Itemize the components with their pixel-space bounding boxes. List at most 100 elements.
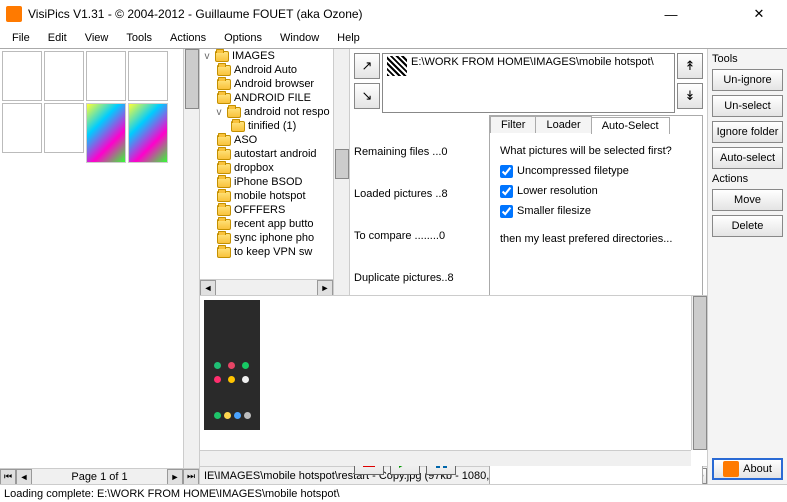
- menu-view[interactable]: View: [77, 30, 117, 46]
- drive-icon: [387, 56, 407, 76]
- app-icon: [6, 6, 22, 22]
- check-uncompressed[interactable]: Uncompressed filetype: [500, 161, 692, 181]
- thumbnail[interactable]: [86, 51, 126, 101]
- path-text: E:\WORK FROM HOME\IMAGES\mobile hotspot\: [411, 56, 670, 68]
- folder-icon: [217, 163, 231, 174]
- check-lower-res[interactable]: Lower resolution: [500, 181, 692, 201]
- folder-icon: [217, 93, 231, 104]
- preview-thumbnail[interactable]: [204, 300, 260, 430]
- tree-item: to keep VPN sw: [200, 245, 349, 259]
- title-bar: VisiPics V1.31 - © 2004-2012 - Guillaume…: [0, 0, 787, 28]
- page-first-button[interactable]: ⏮: [0, 469, 16, 485]
- actions-header: Actions: [712, 173, 783, 185]
- thumbnail-pane[interactable]: [0, 49, 199, 468]
- folder-icon: [217, 135, 231, 146]
- folder-icon: [217, 191, 231, 202]
- about-button[interactable]: About: [712, 458, 783, 480]
- folder-icon: [215, 51, 229, 62]
- folder-icon: [217, 247, 231, 258]
- folder-icon: [217, 219, 231, 230]
- thumbnail[interactable]: [86, 103, 126, 163]
- menu-help[interactable]: Help: [329, 30, 368, 46]
- thumbnail[interactable]: [44, 51, 84, 101]
- path-up-button[interactable]: ↟: [677, 53, 703, 79]
- tab-body: What pictures will be selected first? Un…: [490, 133, 702, 257]
- menu-options[interactable]: Options: [216, 30, 270, 46]
- folder-tree[interactable]: vIMAGES Android Auto Android browser AND…: [200, 49, 350, 295]
- remove-path-button[interactable]: ↘: [354, 83, 380, 109]
- folder-icon: [227, 107, 241, 118]
- folder-icon: [217, 205, 231, 216]
- add-path-button[interactable]: ↗: [354, 53, 380, 79]
- thumbnail[interactable]: [128, 103, 168, 163]
- right-sidebar: Tools Un-ignore Un-select Ignore folder …: [707, 49, 787, 484]
- autoselect-question: What pictures will be selected first?: [500, 141, 692, 161]
- tree-item: ANDROID FILE: [200, 91, 349, 105]
- unselect-button[interactable]: Un-select: [712, 95, 783, 117]
- tree-item: tinified (1): [200, 119, 349, 133]
- maximize-button[interactable]: [693, 0, 737, 28]
- tab-auto-select[interactable]: Auto-Select: [591, 117, 670, 134]
- autoselect-then: then my least prefered directories...: [500, 229, 692, 249]
- folder-icon: [217, 79, 231, 90]
- tree-item: ASO: [200, 133, 349, 147]
- status-bar: Loading complete: E:\WORK FROM HOME\IMAG…: [0, 484, 787, 502]
- thumbnail[interactable]: [44, 103, 84, 153]
- stat-compare: To compare ........0: [354, 229, 489, 243]
- folder-icon: [231, 121, 245, 132]
- thumbnail[interactable]: [128, 51, 168, 101]
- folder-icon: [217, 65, 231, 76]
- scrollbar-horizontal[interactable]: [200, 450, 691, 466]
- tree-item: Android browser: [200, 77, 349, 91]
- tab-filter[interactable]: Filter: [490, 116, 536, 133]
- tree-item: dropbox: [200, 161, 349, 175]
- minimize-button[interactable]: [649, 0, 693, 28]
- fox-icon: [723, 461, 739, 477]
- menu-bar: File Edit View Tools Actions Options Win…: [0, 28, 787, 48]
- thumbnail[interactable]: [2, 103, 42, 153]
- path-list[interactable]: E:\WORK FROM HOME\IMAGES\mobile hotspot\: [382, 53, 675, 113]
- scrollbar-vertical[interactable]: [333, 49, 349, 295]
- page-nav: ⏮ ◄ Page 1 of 1 ► ⏭: [0, 468, 199, 484]
- stat-remaining: Remaining files ...0: [354, 145, 489, 159]
- scrollbar-vertical[interactable]: [183, 49, 199, 468]
- tree-item: autostart android: [200, 147, 349, 161]
- tree-item: OFFFERS: [200, 203, 349, 217]
- path-down-button[interactable]: ↡: [677, 83, 703, 109]
- window-title: VisiPics V1.31 - © 2004-2012 - Guillaume…: [28, 7, 649, 21]
- menu-actions[interactable]: Actions: [162, 30, 214, 46]
- tree-item: vIMAGES: [200, 49, 349, 63]
- tools-header: Tools: [712, 53, 783, 65]
- folder-icon: [217, 149, 231, 160]
- tree-toggle-icon[interactable]: v: [202, 51, 212, 62]
- tab-loader[interactable]: Loader: [535, 116, 591, 133]
- tree-item: mobile hotspot: [200, 189, 349, 203]
- scrollbar-horizontal[interactable]: ◄►: [200, 279, 333, 295]
- thumbnail[interactable]: [2, 51, 42, 101]
- menu-window[interactable]: Window: [272, 30, 327, 46]
- ignore-folder-button[interactable]: Ignore folder: [712, 121, 783, 143]
- status-text: Loading complete: E:\WORK FROM HOME\IMAG…: [4, 488, 340, 500]
- page-last-button[interactable]: ⏭: [183, 469, 199, 485]
- move-button[interactable]: Move: [712, 189, 783, 211]
- tree-item: recent app butto: [200, 217, 349, 231]
- preview-pane[interactable]: [200, 295, 707, 466]
- page-next-button[interactable]: ►: [167, 469, 183, 485]
- menu-edit[interactable]: Edit: [40, 30, 75, 46]
- tree-toggle-icon[interactable]: v: [214, 107, 224, 118]
- check-smaller-size[interactable]: Smaller filesize: [500, 201, 692, 221]
- menu-tools[interactable]: Tools: [118, 30, 160, 46]
- tree-item: iPhone BSOD: [200, 175, 349, 189]
- delete-button[interactable]: Delete: [712, 215, 783, 237]
- menu-file[interactable]: File: [4, 30, 38, 46]
- close-button[interactable]: [737, 0, 781, 28]
- stat-loaded: Loaded pictures ..8: [354, 187, 489, 201]
- scrollbar-vertical[interactable]: [691, 296, 707, 450]
- unignore-button[interactable]: Un-ignore: [712, 69, 783, 91]
- tree-item: vandroid not respo: [200, 105, 349, 119]
- folder-icon: [217, 233, 231, 244]
- autoselect-button[interactable]: Auto-select: [712, 147, 783, 169]
- page-prev-button[interactable]: ◄: [16, 469, 32, 485]
- tree-item: sync iphone pho: [200, 231, 349, 245]
- page-label: Page 1 of 1: [32, 471, 167, 483]
